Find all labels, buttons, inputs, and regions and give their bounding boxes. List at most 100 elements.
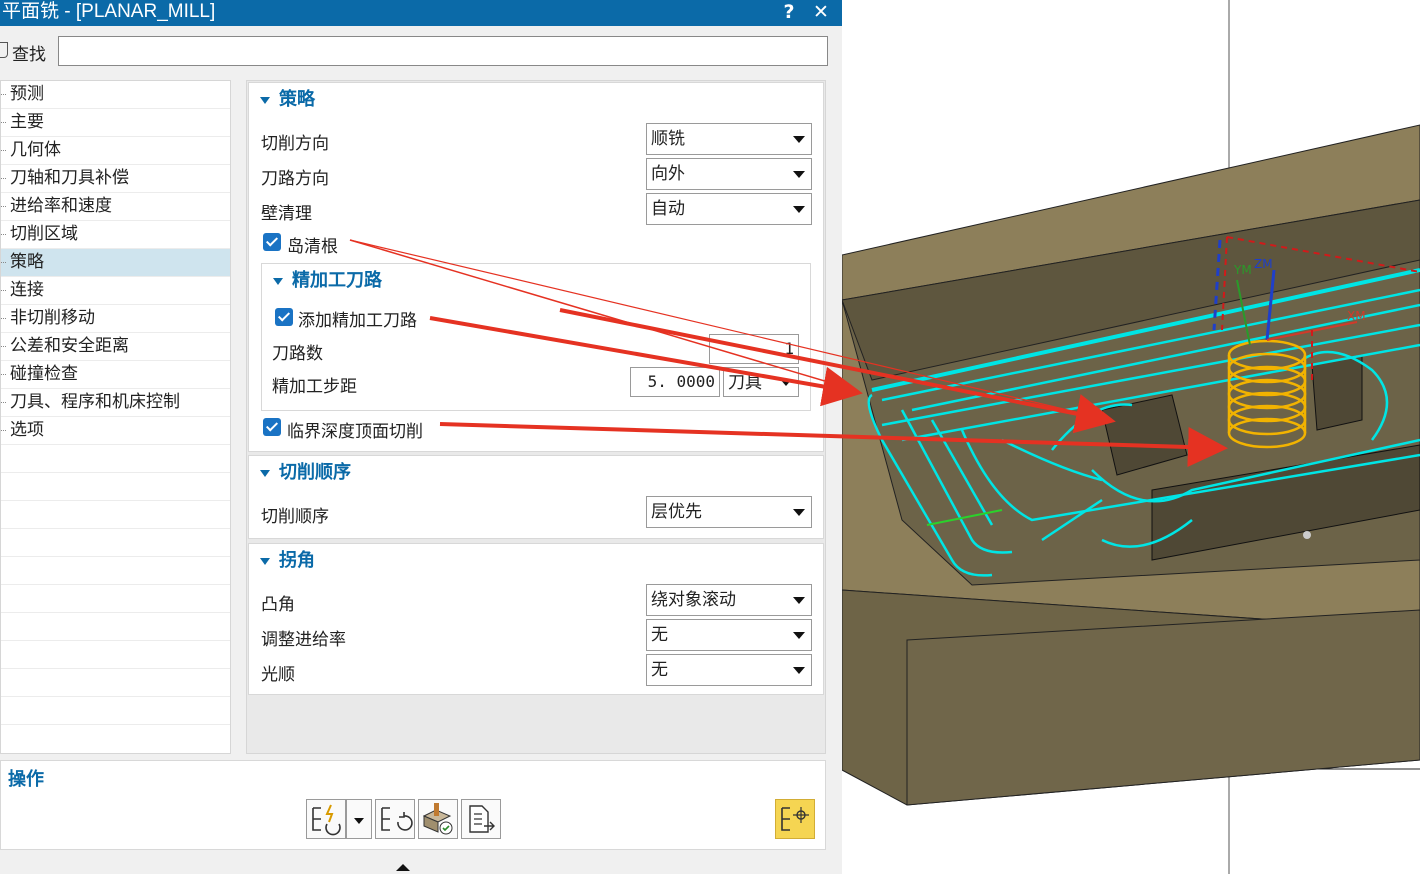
nav-item-geometry[interactable]: 几何体 xyxy=(1,137,230,165)
finish-passes-header[interactable]: 精加工刀路 xyxy=(262,264,810,298)
replay-button[interactable] xyxy=(375,799,415,839)
nav-item-cut-area[interactable]: 切削区域 xyxy=(1,221,230,249)
nav-empty-row xyxy=(1,641,230,669)
list-button[interactable] xyxy=(461,799,501,839)
nav-empty-row xyxy=(1,557,230,585)
wall-cleanup-value: 自动 xyxy=(651,199,685,219)
wall-cleanup-select[interactable]: 自动 xyxy=(646,193,812,225)
convex-corner-value: 绕对象滚动 xyxy=(651,590,736,610)
tree-dash xyxy=(1,346,6,347)
tree-dash xyxy=(1,318,6,319)
find-row: 查找 xyxy=(0,32,842,72)
nav-item-tool-axis[interactable]: 刀轴和刀具补偿 xyxy=(1,165,230,193)
nav-item-feeds[interactable]: 进给率和速度 xyxy=(1,193,230,221)
nav-item-predict[interactable]: 预测 xyxy=(1,81,230,109)
nav-item-options[interactable]: 选项 xyxy=(1,417,230,445)
actions-title: 操作 xyxy=(8,769,44,790)
collapse-triangle-icon xyxy=(260,558,270,565)
navigation-tree: 预测 主要 几何体 刀轴和刀具补偿 进给率和速度 切削区域 策略 连接 非切削移… xyxy=(0,80,231,754)
path-target-icon xyxy=(781,807,809,831)
nav-label: 切削区域 xyxy=(10,224,78,244)
nav-label: 几何体 xyxy=(10,140,61,160)
strategy-header[interactable]: 策略 xyxy=(249,83,823,117)
nav-item-connect[interactable]: 连接 xyxy=(1,277,230,305)
generate-dropdown-button[interactable] xyxy=(346,799,372,839)
corners-group: 拐角 凸角 绕对象滚动 调整进给率 无 光顺 无 xyxy=(248,543,824,695)
add-finish-label: 添加精加工刀路 xyxy=(298,311,417,331)
cut-direction-value: 顺铣 xyxy=(651,129,685,149)
nav-empty-row xyxy=(1,529,230,557)
stepover-unit-select[interactable]: 刀具 xyxy=(723,367,799,397)
graphics-viewport[interactable]: ZM YM XM xyxy=(841,0,1420,874)
tool-path-focus-button[interactable] xyxy=(775,799,815,839)
replay-icon xyxy=(381,807,413,831)
tree-dash xyxy=(1,234,6,235)
tree-dash xyxy=(1,430,6,431)
island-cleanup-checkbox[interactable] xyxy=(263,233,281,251)
help-button[interactable]: ? xyxy=(776,0,802,26)
island-right xyxy=(1311,354,1363,431)
corners-title: 拐角 xyxy=(279,550,315,571)
nav-item-non-cutting[interactable]: 非切削移动 xyxy=(1,305,230,333)
nav-label: 选项 xyxy=(10,420,44,440)
xm-axis-label: XM xyxy=(1347,309,1366,323)
nav-item-main[interactable]: 主要 xyxy=(1,109,230,137)
find-input[interactable] xyxy=(58,36,828,66)
tree-dash xyxy=(1,290,6,291)
pass-count-input[interactable]: 1 xyxy=(709,334,799,364)
cut-order-label: 切削顺序 xyxy=(261,507,329,527)
finish-passes-group: 精加工刀路 添加精加工刀路 刀路数 1 精加工步距 5. 0000 刀具 xyxy=(261,263,811,411)
nav-item-tolerance[interactable]: 公差和安全距离 xyxy=(1,333,230,361)
tree-dash xyxy=(1,402,6,403)
path-direction-select[interactable]: 向外 xyxy=(646,158,812,190)
part-3d-view: ZM YM XM xyxy=(841,0,1420,874)
smoothing-select[interactable]: 无 xyxy=(646,654,812,686)
critical-depth-checkbox[interactable] xyxy=(263,418,281,436)
convex-corner-select[interactable]: 绕对象滚动 xyxy=(646,584,812,616)
path-direction-label: 刀路方向 xyxy=(261,169,329,189)
dropdown-caret-icon xyxy=(780,379,792,386)
dropdown-caret-icon xyxy=(793,597,805,604)
path-direction-value: 向外 xyxy=(651,164,685,184)
tree-dash xyxy=(1,122,6,123)
pass-count-label: 刀路数 xyxy=(272,344,323,364)
corners-header[interactable]: 拐角 xyxy=(249,544,823,578)
tree-dash xyxy=(1,206,6,207)
title-bar: 平面铣 - [PLANAR_MILL] ? ✕ xyxy=(0,0,842,26)
stock-front-face xyxy=(906,609,1420,806)
cut-order-select[interactable]: 层优先 xyxy=(646,496,812,528)
cut-direction-select[interactable]: 顺铣 xyxy=(646,123,812,155)
generate-button[interactable] xyxy=(306,799,346,839)
nav-label: 刀轴和刀具补偿 xyxy=(10,168,129,188)
add-finish-checkbox[interactable] xyxy=(275,308,293,326)
critical-depth-label: 临界深度顶面切削 xyxy=(287,422,423,442)
nav-empty-row xyxy=(1,697,230,725)
verify-button[interactable] xyxy=(418,799,458,839)
strategy-group: 策略 切削方向 顺铣 刀路方向 向外 壁清理 自动 岛清根 精加工刀路 添加精加… xyxy=(248,82,824,452)
nav-item-collision[interactable]: 碰撞检查 xyxy=(1,361,230,389)
list-output-icon xyxy=(469,805,495,833)
finish-passes-title: 精加工刀路 xyxy=(292,270,382,291)
collapse-triangle-icon xyxy=(260,97,270,104)
feed-adjust-select[interactable]: 无 xyxy=(646,619,812,651)
nav-item-tool-program[interactable]: 刀具、程序和机床控制 xyxy=(1,389,230,417)
stepover-label: 精加工步距 xyxy=(272,377,357,397)
tree-dash xyxy=(1,374,6,375)
origin-marker xyxy=(1303,531,1311,539)
dropdown-caret-icon xyxy=(793,509,805,516)
expand-arrow-icon[interactable] xyxy=(396,864,410,871)
find-icon xyxy=(0,42,8,58)
nav-label: 预测 xyxy=(10,84,44,104)
close-button[interactable]: ✕ xyxy=(808,0,834,26)
dropdown-caret-icon xyxy=(793,171,805,178)
cut-direction-label: 切削方向 xyxy=(261,134,329,154)
convex-corner-label: 凸角 xyxy=(261,595,295,615)
nav-empty-row xyxy=(1,445,230,473)
nav-empty-row xyxy=(1,585,230,613)
feed-adjust-value: 无 xyxy=(651,625,668,645)
cut-order-header[interactable]: 切削顺序 xyxy=(249,456,823,490)
collapse-triangle-icon xyxy=(273,278,283,285)
stepover-input[interactable]: 5. 0000 xyxy=(630,367,720,397)
cut-order-title: 切削顺序 xyxy=(279,462,351,483)
nav-item-strategy[interactable]: 策略 xyxy=(1,249,230,277)
